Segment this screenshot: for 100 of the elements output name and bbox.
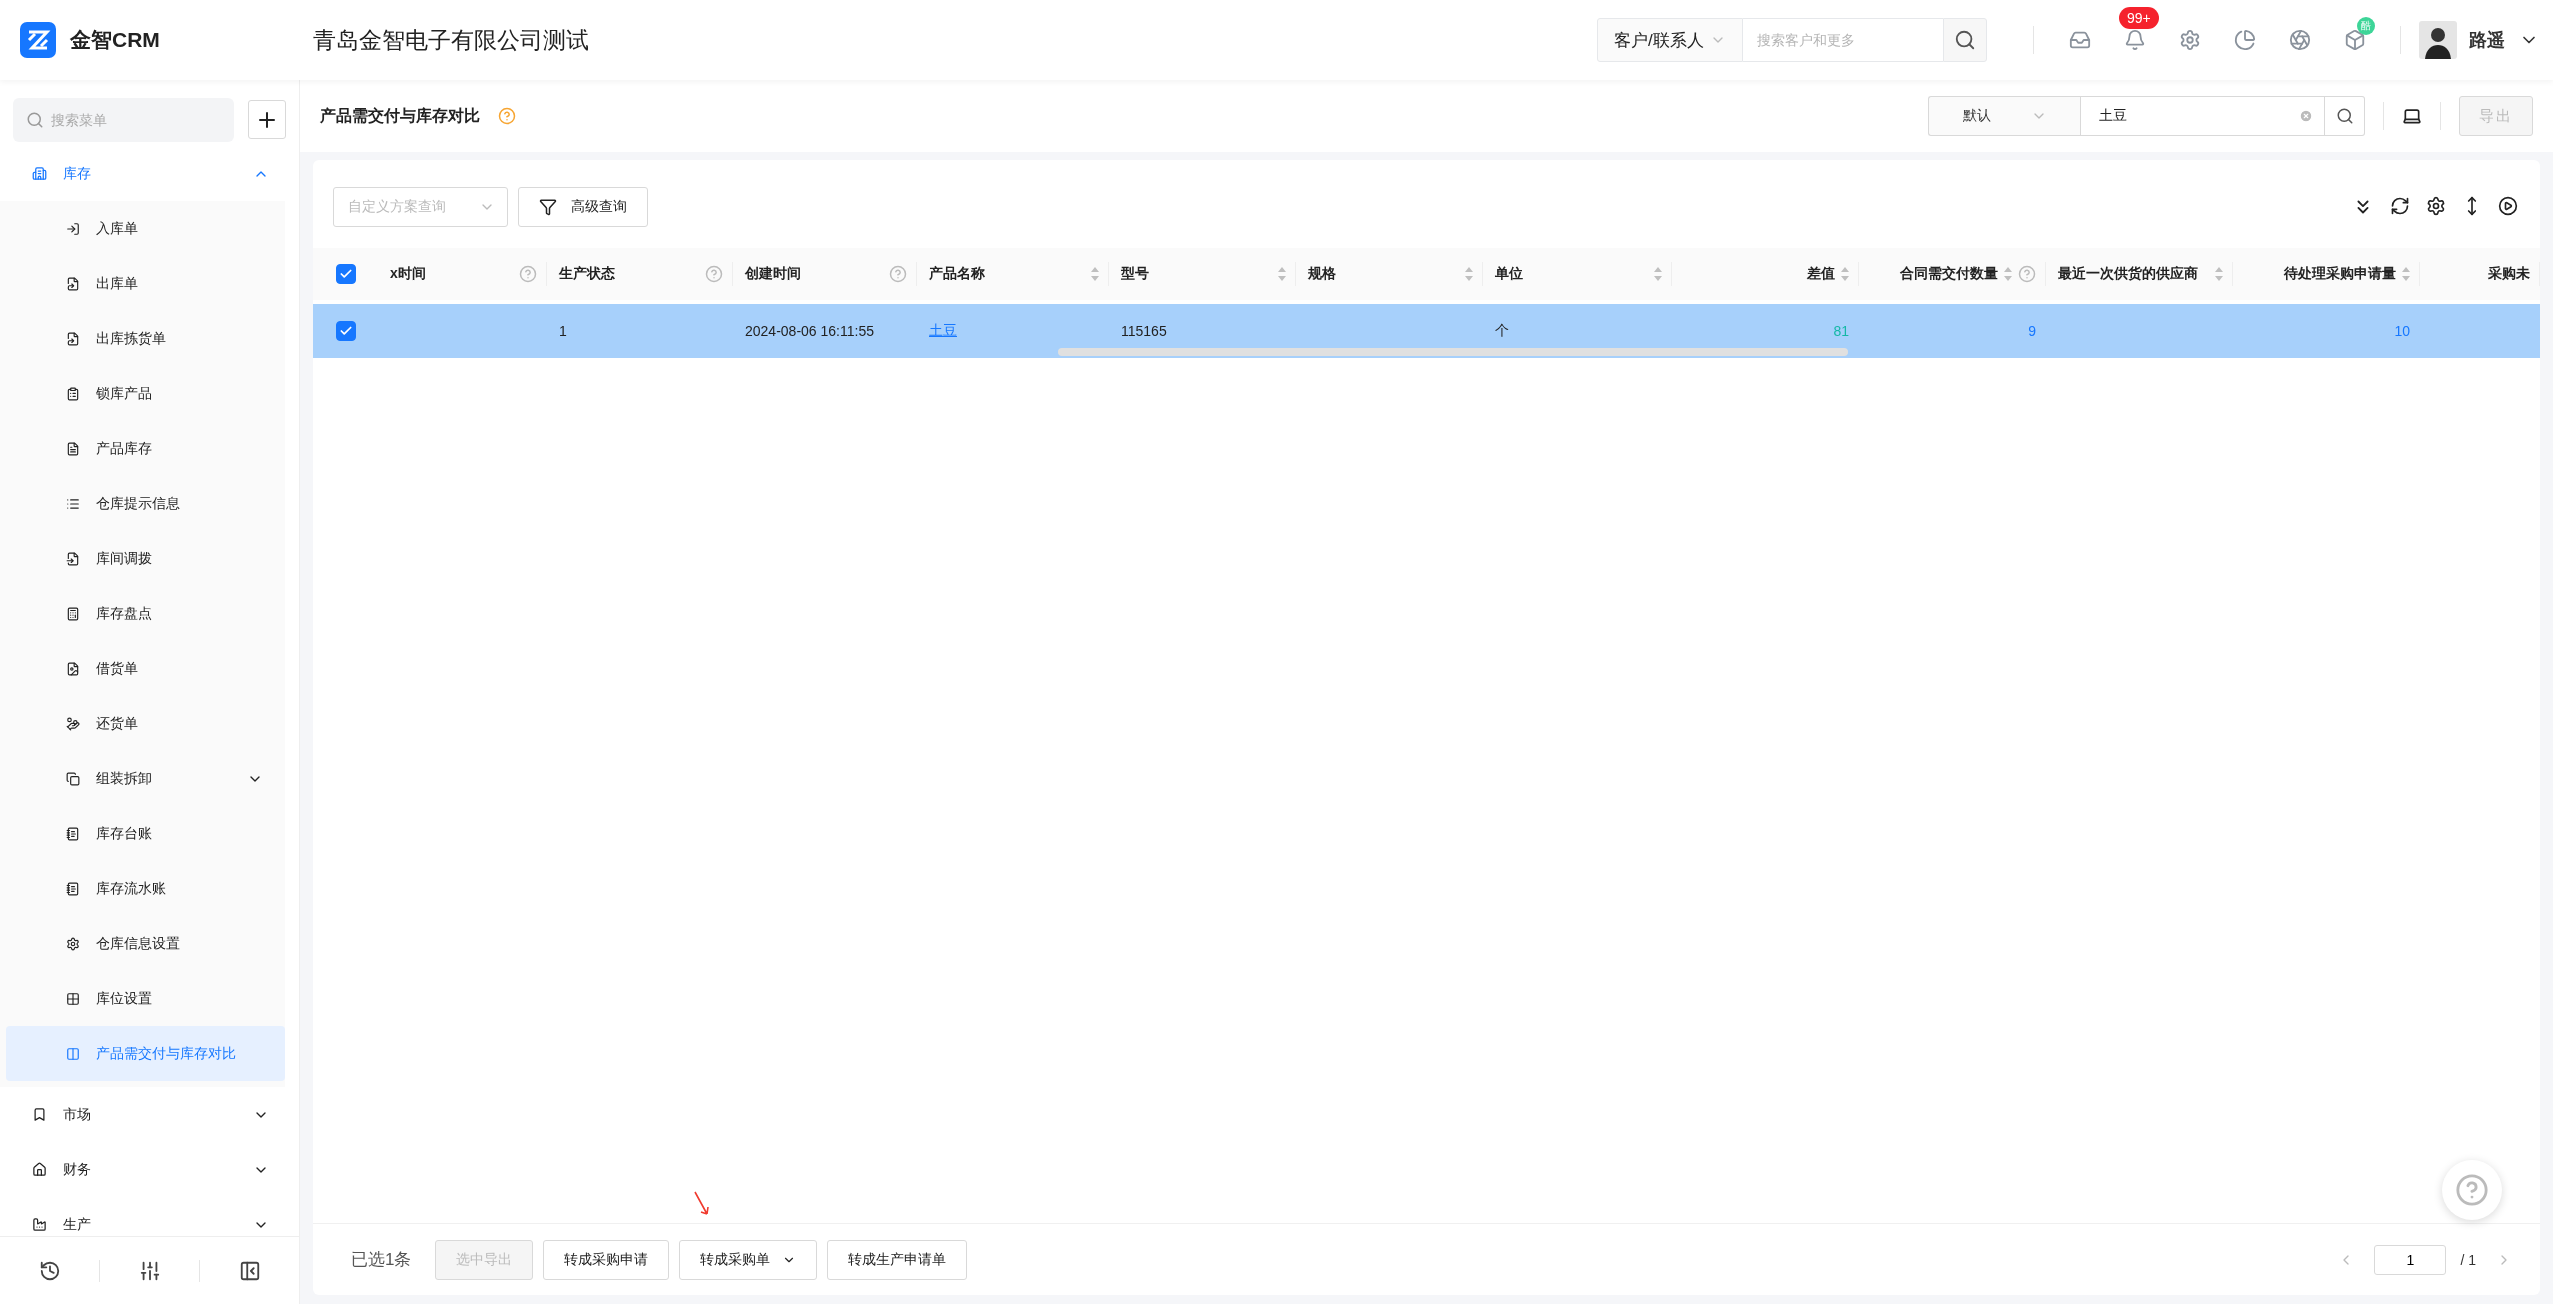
sort-icon[interactable]	[1654, 267, 1662, 281]
view-select[interactable]: 默认	[1928, 96, 2080, 136]
submenu-item[interactable]: 组装拆卸	[6, 751, 285, 806]
column-header[interactable]: 型号	[1109, 248, 1296, 300]
plugin-badge: 酷	[2357, 17, 2375, 35]
column-header[interactable]: 最近一次供货的供应商	[2046, 248, 2233, 300]
notebook-icon	[66, 881, 80, 896]
action-button[interactable]: 转成采购申请	[543, 1239, 670, 1280]
action-button[interactable]: 转成生产申请单	[827, 1239, 968, 1280]
column-header[interactable]: 创建时间	[733, 248, 917, 300]
help-icon	[2455, 1173, 2489, 1207]
submenu-item[interactable]: 出库单	[6, 256, 285, 311]
keyword-field[interactable]: 土豆	[2080, 96, 2325, 136]
clear-icon[interactable]	[2299, 109, 2313, 123]
table-cell-text: 个	[1494, 321, 1510, 340]
sort-icon[interactable]	[1841, 267, 1849, 281]
submenu-item[interactable]: 仓库信息设置	[6, 916, 285, 971]
search-button[interactable]	[2325, 96, 2365, 136]
user-avatar[interactable]	[2419, 21, 2457, 59]
pie-chart-icon[interactable]	[2233, 29, 2256, 51]
global-search-field[interactable]: 搜索客户和更多	[1743, 18, 1943, 62]
help-icon[interactable]	[2018, 265, 2036, 283]
help-icon[interactable]	[519, 265, 537, 283]
help-icon[interactable]	[498, 107, 516, 125]
play-icon[interactable]	[2498, 196, 2518, 216]
search-icon	[1954, 29, 1976, 51]
notebook-icon	[66, 826, 80, 841]
row-checkbox[interactable]	[335, 321, 356, 341]
column-header[interactable]: 合同需交付数量	[1859, 248, 2046, 300]
table-cell-text: 2024-08-06 16:11:55	[744, 322, 875, 341]
file-arrow-icon	[66, 551, 80, 566]
sliders-icon[interactable]	[138, 1259, 161, 1282]
column-header[interactable]: 产品名称	[917, 248, 1109, 300]
menu-search-field[interactable]: 搜索菜单	[13, 98, 234, 142]
submenu-item[interactable]: 库间调拨	[6, 531, 285, 586]
sort-icon[interactable]	[1465, 267, 1473, 281]
inbox-icon[interactable]	[2068, 29, 2091, 51]
submenu-item[interactable]: 仓库提示信息	[6, 476, 285, 531]
history-icon[interactable]	[38, 1259, 61, 1282]
column-header[interactable]: 差值	[1672, 248, 1859, 300]
cube-icon[interactable]	[2343, 29, 2366, 51]
sort-icon[interactable]	[2004, 267, 2012, 281]
menu-item[interactable]: 库存	[0, 146, 299, 201]
logo-icon	[20, 22, 56, 58]
sort-icon[interactable]	[1278, 267, 1286, 281]
submenu-item[interactable]: 入库单	[6, 201, 285, 256]
scrollbar-thumb[interactable]	[1058, 348, 1848, 356]
table-cell-text: 10	[2393, 322, 2411, 341]
sort-icon[interactable]	[2215, 267, 2223, 281]
refresh-icon[interactable]	[2390, 196, 2410, 216]
document-icon	[66, 441, 80, 456]
notification-badge: 99+	[2119, 7, 2159, 29]
submenu-item[interactable]: 产品库存	[6, 421, 285, 476]
select-all-checkbox[interactable]	[335, 264, 356, 284]
check-icon	[338, 324, 353, 338]
aperture-icon[interactable]	[2288, 29, 2311, 51]
search-scope-select[interactable]: 客户/联系人	[1597, 18, 1743, 62]
file-arrow-icon	[66, 331, 80, 346]
submenu-item[interactable]: 库位设置	[6, 971, 285, 1026]
submenu-item[interactable]: 库存流水账	[6, 861, 285, 916]
column-header[interactable]: 规格	[1296, 248, 1483, 300]
settings-icon[interactable]	[2426, 196, 2446, 216]
submenu-item[interactable]: 借货单	[6, 641, 285, 696]
table-row[interactable]: 1 2024-08-06 16:11:55 土豆 115165 个 81 9 10	[313, 304, 2540, 358]
submenu-item[interactable]: 库存盘点	[6, 586, 285, 641]
page-number-field[interactable]: 1	[2374, 1244, 2447, 1275]
selected-count: 已选1条	[351, 1249, 412, 1271]
advanced-query-button[interactable]: 高级查询	[518, 187, 648, 227]
menu-item[interactable]: 财务	[0, 1142, 299, 1197]
search-button[interactable]	[1943, 18, 1987, 62]
file-arrow-icon	[66, 276, 80, 291]
submenu-item[interactable]: 产品需交付与库存对比	[6, 1026, 285, 1081]
laptop-icon[interactable]	[2402, 106, 2422, 126]
bell-icon[interactable]	[2123, 29, 2146, 51]
menu-item[interactable]: 市场	[0, 1087, 299, 1142]
submenu-item[interactable]: 出库拣货单	[6, 311, 285, 366]
submenu-item[interactable]: 锁库产品	[6, 366, 285, 421]
building-icon	[32, 166, 47, 181]
action-button[interactable]: 转成采购单	[679, 1239, 818, 1280]
column-header[interactable]: 采购未	[2420, 248, 2540, 300]
column-header[interactable]: 待处理采购申请量	[2233, 248, 2420, 300]
bookmark-icon	[32, 1107, 47, 1122]
column-header[interactable]: 生产状态	[547, 248, 733, 300]
filter-icon	[539, 198, 557, 216]
calculator-icon	[66, 606, 80, 621]
user-name[interactable]: 路遥	[2469, 28, 2505, 52]
help-icon[interactable]	[889, 265, 907, 283]
table-cell-text: 9	[2027, 322, 2037, 341]
collapse-panel-icon[interactable]	[238, 1259, 261, 1282]
add-button[interactable]	[248, 100, 286, 139]
column-header[interactable]: 单位	[1483, 248, 1672, 300]
sort-icon[interactable]	[1091, 267, 1099, 281]
clipboard-icon	[66, 386, 80, 401]
help-icon[interactable]	[705, 265, 723, 283]
submenu-item[interactable]: 库存台账	[6, 806, 285, 861]
submenu-item[interactable]: 还货单	[6, 696, 285, 751]
sort-icon[interactable]	[2402, 267, 2410, 281]
menu-item[interactable]: 生产	[0, 1197, 299, 1236]
column-header[interactable]: x时间	[378, 248, 547, 300]
grid-icon	[66, 991, 80, 1006]
